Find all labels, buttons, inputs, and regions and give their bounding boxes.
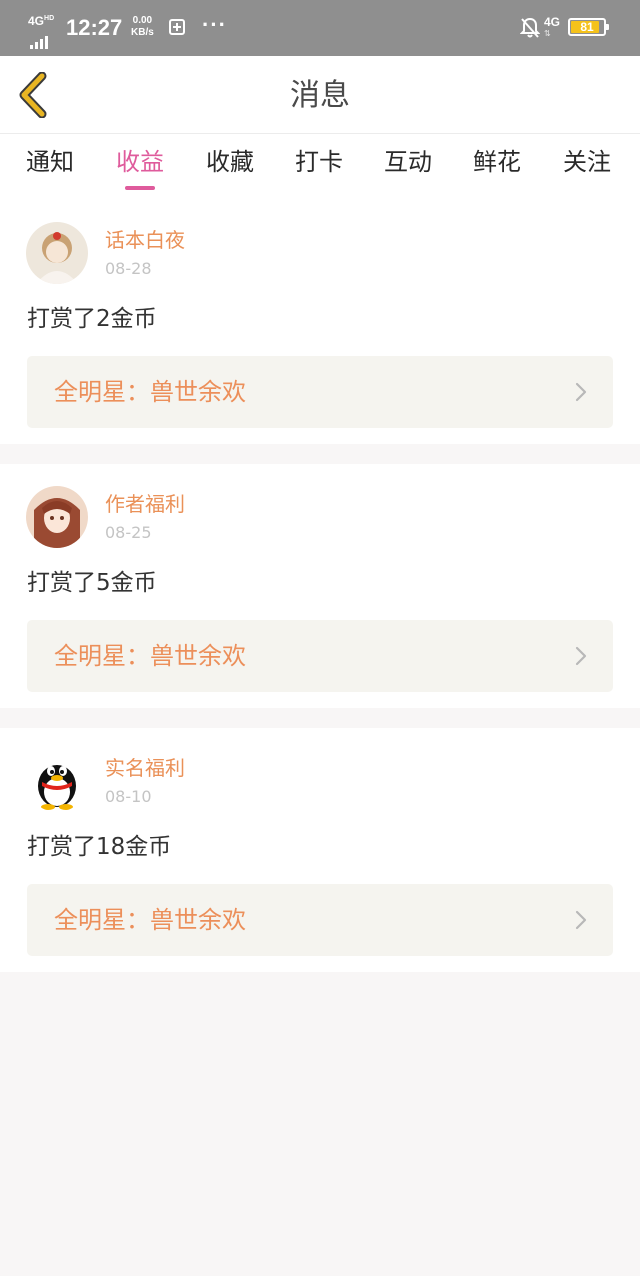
tab-bar: 通知 收益 收藏 打卡 互动 鲜花 关注 bbox=[0, 134, 640, 200]
book-link[interactable]: 全明星：兽世余欢 bbox=[27, 620, 613, 692]
app-header: 消息 bbox=[0, 56, 640, 134]
clock: 12:27 bbox=[66, 15, 123, 40]
book-title: 全明星：兽世余欢 bbox=[54, 642, 246, 670]
avatar[interactable] bbox=[26, 222, 88, 284]
sender-name: 作者福利 bbox=[105, 492, 185, 516]
message-card: 实名福利 08-10 打赏了18金币 全明星：兽世余欢 bbox=[0, 728, 640, 972]
message-date: 08-28 bbox=[105, 259, 152, 278]
message-card: 话本白夜 08-28 打赏了2金币 全明星：兽世余欢 bbox=[0, 200, 640, 444]
tab-notifications[interactable]: 通知 bbox=[26, 146, 74, 178]
tab-favorites[interactable]: 收藏 bbox=[206, 146, 254, 178]
screenshot-icon bbox=[169, 19, 185, 35]
cellular-signal-icon: 4GHD bbox=[28, 13, 60, 49]
chevron-right-icon bbox=[575, 646, 587, 666]
book-title: 全明星：兽世余欢 bbox=[54, 378, 246, 406]
sender-name: 实名福利 bbox=[105, 756, 185, 780]
page-title: 消息 bbox=[290, 78, 350, 113]
mobile-data-icon: 4G ⇅ bbox=[544, 15, 561, 39]
avatar[interactable] bbox=[26, 750, 88, 812]
book-link[interactable]: 全明星：兽世余欢 bbox=[27, 884, 613, 956]
notification-off-icon bbox=[520, 17, 540, 38]
network-speed: 0.00 KB/s bbox=[131, 15, 154, 38]
tab-interaction[interactable]: 互动 bbox=[384, 146, 432, 178]
message-date: 08-10 bbox=[105, 787, 152, 806]
tab-earnings[interactable]: 收益 bbox=[116, 146, 164, 190]
book-title: 全明星：兽世余欢 bbox=[54, 906, 246, 934]
chevron-right-icon bbox=[575, 910, 587, 930]
tab-checkin[interactable]: 打卡 bbox=[295, 146, 343, 178]
message-text: 打赏了2金币 bbox=[27, 306, 157, 332]
tab-flowers[interactable]: 鲜花 bbox=[473, 146, 521, 178]
book-link[interactable]: 全明星：兽世余欢 bbox=[27, 356, 613, 428]
more-notifications-icon: ··· bbox=[202, 12, 227, 37]
message-card: 作者福利 08-25 打赏了5金币 全明星：兽世余欢 bbox=[0, 464, 640, 708]
message-text: 打赏了18金币 bbox=[27, 834, 172, 860]
chevron-right-icon bbox=[575, 382, 587, 402]
status-bar: 4GHD 12:27 0.00 KB/s ··· 4G ⇅ 81 bbox=[0, 0, 640, 56]
message-date: 08-25 bbox=[105, 523, 152, 542]
battery-icon: 81 bbox=[568, 18, 609, 36]
battery-level: 81 bbox=[580, 20, 594, 34]
message-text: 打赏了5金币 bbox=[27, 570, 157, 596]
tab-follow[interactable]: 关注 bbox=[563, 146, 611, 178]
sender-name: 话本白夜 bbox=[105, 228, 185, 252]
avatar[interactable] bbox=[26, 486, 88, 548]
